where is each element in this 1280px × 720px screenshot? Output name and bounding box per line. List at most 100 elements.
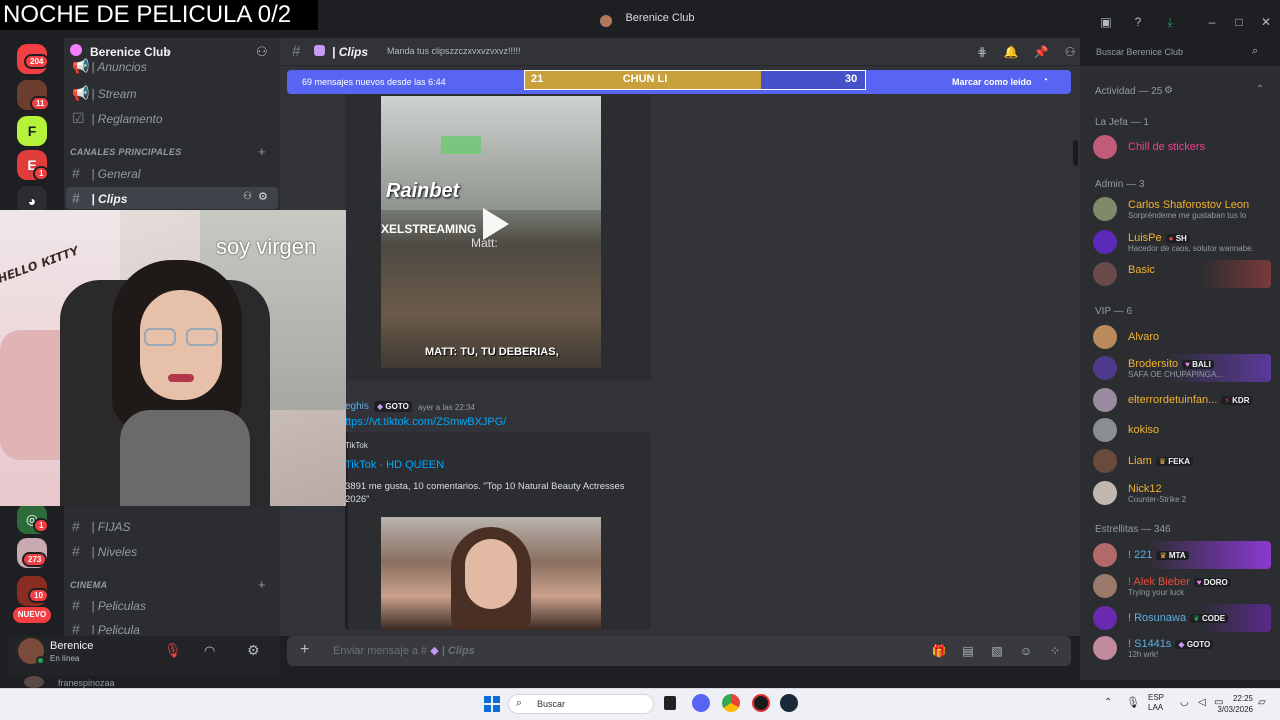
channel-pelicula[interactable]: # | Pelicula <box>66 618 278 634</box>
channel-peliculas[interactable]: # | Peliculas <box>66 594 278 616</box>
member-name-text: Liam <box>1128 455 1152 467</box>
bell-icon[interactable]: 🔔 <box>1003 44 1019 60</box>
message-link[interactable]: ttps://vt.tiktok.com/ZSmwBXJPG/ <box>345 416 506 428</box>
play-icon[interactable] <box>473 204 513 244</box>
category-main[interactable]: CANALES PRINCIPALES <box>70 147 182 157</box>
member-row[interactable]: Carlos Shaforostov Leon Sorpréndeme me g… <box>1093 195 1273 223</box>
avatar <box>1093 418 1117 442</box>
member-status: Trying your luck <box>1128 588 1185 597</box>
apps-icon[interactable]: ⁘ <box>1047 643 1063 659</box>
chevron-down-icon[interactable]: ⌄ <box>164 44 173 57</box>
member-row[interactable]: kokiso <box>1093 416 1273 444</box>
channel-stream[interactable]: 📢 | Stream <box>66 82 278 104</box>
member-row[interactable]: Brodersito ♥ BALI SAFA OE CHUPAPINGA... <box>1093 354 1271 382</box>
threads-icon[interactable]: ⋕ <box>974 44 990 60</box>
pin-icon[interactable]: 📌 <box>1033 44 1049 60</box>
channel-anuncios[interactable]: 📢 | Anuncios <box>66 58 278 74</box>
category-cinema[interactable]: CINEMA <box>70 580 107 590</box>
steam-taskbar-icon[interactable] <box>780 694 798 712</box>
channel-topic[interactable]: Manda tus clipszzczxvxvzvxvz!!!!! <box>387 46 521 56</box>
discord-taskbar-icon[interactable] <box>692 694 710 712</box>
avatar <box>1093 636 1117 660</box>
member-name: elterrordetuinfan... ⚡ KDR <box>1128 394 1253 406</box>
member-row[interactable]: ! S1441s ◆ GOTO 12h wrk! <box>1093 634 1273 662</box>
mark-read-button[interactable]: Marcar como leído <box>952 77 1032 87</box>
search-icon: ⌕ <box>516 697 523 709</box>
server-icon-3[interactable]: F <box>17 116 47 146</box>
add-attachment-icon[interactable]: + <box>300 641 309 659</box>
windows-start-icon[interactable] <box>484 696 500 712</box>
message-author[interactable]: eghis <box>345 401 369 412</box>
mic-muted-icon[interactable]: 🎙 <box>164 642 182 659</box>
chevron-up-icon[interactable]: ⌃ <box>1256 84 1264 95</box>
user-name[interactable]: Berenice <box>50 640 93 652</box>
chrome-taskbar-icon[interactable] <box>722 694 740 712</box>
notification-icon[interactable]: ▱ <box>1258 697 1266 708</box>
task-view-icon[interactable] <box>664 696 676 710</box>
video-subtitle: MATT: TU, TU DEBERIAS, <box>425 346 559 358</box>
maximize-icon[interactable]: □ <box>1231 14 1247 30</box>
close-icon[interactable]: ✕ <box>1258 14 1274 30</box>
language-indicator[interactable]: ESP LAA <box>1148 693 1164 713</box>
server-name[interactable]: Berenice Club <box>90 45 171 59</box>
clock-time: 22:25 <box>1232 694 1253 703</box>
emoji-icon[interactable]: ☺ <box>1018 643 1034 659</box>
tag-label: MTA <box>1168 550 1186 560</box>
member-tag: ♥ BALI <box>1182 359 1214 369</box>
inbox-icon[interactable]: ▣ <box>1098 14 1114 30</box>
embed-thumbnail[interactable] <box>381 517 601 630</box>
gear-icon[interactable]: ⚙ <box>1164 85 1173 96</box>
member-row[interactable]: Basic <box>1093 260 1271 288</box>
wifi-icon[interactable]: ◡ <box>1180 697 1189 708</box>
member-row[interactable]: Chill de stickers <box>1093 133 1273 161</box>
chevron-up-icon[interactable]: ⌃ <box>1104 697 1112 708</box>
invite-icon[interactable]: ⚇ <box>243 191 252 202</box>
webcam-overlay: ʜᴇʟʟᴏ ᴋɪᴛᴛʏ soy virgen <box>0 210 346 506</box>
embed-title[interactable]: TikTok · HD QUEEN <box>345 459 444 471</box>
member-tag: ❦ CODE <box>1190 613 1229 623</box>
headphones-icon[interactable]: ◠ <box>204 643 215 659</box>
help-icon[interactable]: ? <box>1130 14 1146 30</box>
activity-header[interactable]: Actividad — 25 <box>1095 86 1162 97</box>
download-icon[interactable]: ⤓ <box>1162 14 1178 30</box>
gif-icon[interactable]: ▤ <box>960 643 976 659</box>
volume-icon[interactable]: ◁ <box>1198 697 1206 708</box>
video-player[interactable]: Rainbet XELSTREAMING Matt: MATT: TU, TU … <box>381 96 601 368</box>
gear-icon[interactable]: ⚙ <box>258 190 268 203</box>
member-row[interactable]: Alvaro <box>1093 323 1273 351</box>
channel-fijas[interactable]: # | FIJAS <box>66 515 278 537</box>
minimize-icon[interactable]: – <box>1204 14 1220 30</box>
gear-icon[interactable]: ⚙ <box>247 642 260 659</box>
channel-label: | Clips <box>91 192 128 206</box>
member-tag: ♛ MTA <box>1156 550 1189 560</box>
partial-username: franespinozaa <box>58 678 115 688</box>
channel-niveles[interactable]: # | Niveles <box>66 540 278 562</box>
member-name: Nick12 <box>1128 483 1162 495</box>
app-taskbar-icon[interactable] <box>752 694 770 712</box>
member-row[interactable]: ! Alek Bieber ♥ DORO Trying your luck <box>1093 572 1273 600</box>
tag-label: FEKA <box>1168 456 1191 466</box>
member-row[interactable]: Liam ♛ FEKA <box>1093 447 1273 475</box>
tag-label: DORO <box>1203 577 1228 587</box>
scrollbar[interactable] <box>1073 140 1078 166</box>
new-badge[interactable]: NUEVO <box>13 607 51 623</box>
member-row[interactable]: ! 221 ♛ MTA <box>1093 541 1271 569</box>
member-row[interactable]: Nick12 Counter-Strike 2 <box>1093 479 1273 507</box>
add-channel-icon[interactable]: + <box>258 144 266 159</box>
mic-icon[interactable]: 🎙 <box>1126 696 1140 709</box>
channel-reglamento[interactable]: ☑ | Reglamento <box>66 107 278 129</box>
member-row[interactable]: ! Rosunawa ❦ CODE <box>1093 604 1271 632</box>
taskbar-search[interactable]: Buscar <box>508 694 654 714</box>
channel-label: | General <box>91 167 141 181</box>
member-row[interactable]: LuisPe ● SH Hacedor de caos, solutor wann… <box>1093 228 1273 256</box>
search-input[interactable]: Buscar Berenice Club <box>1088 43 1272 61</box>
members-icon[interactable]: ⚇ <box>1062 44 1078 60</box>
add-channel-icon[interactable]: + <box>258 577 266 592</box>
member-tag: ♛ FEKA <box>1155 456 1194 466</box>
channel-general[interactable]: # | General <box>66 162 278 184</box>
gift-icon[interactable]: 🎁 <box>931 643 947 659</box>
skull-icon: ● <box>1168 233 1174 243</box>
sticker-icon[interactable]: ▧ <box>989 643 1005 659</box>
clock[interactable]: 22:25 3/03/2026 <box>1213 693 1253 715</box>
member-row[interactable]: elterrordetuinfan... ⚡ KDR <box>1093 386 1273 414</box>
